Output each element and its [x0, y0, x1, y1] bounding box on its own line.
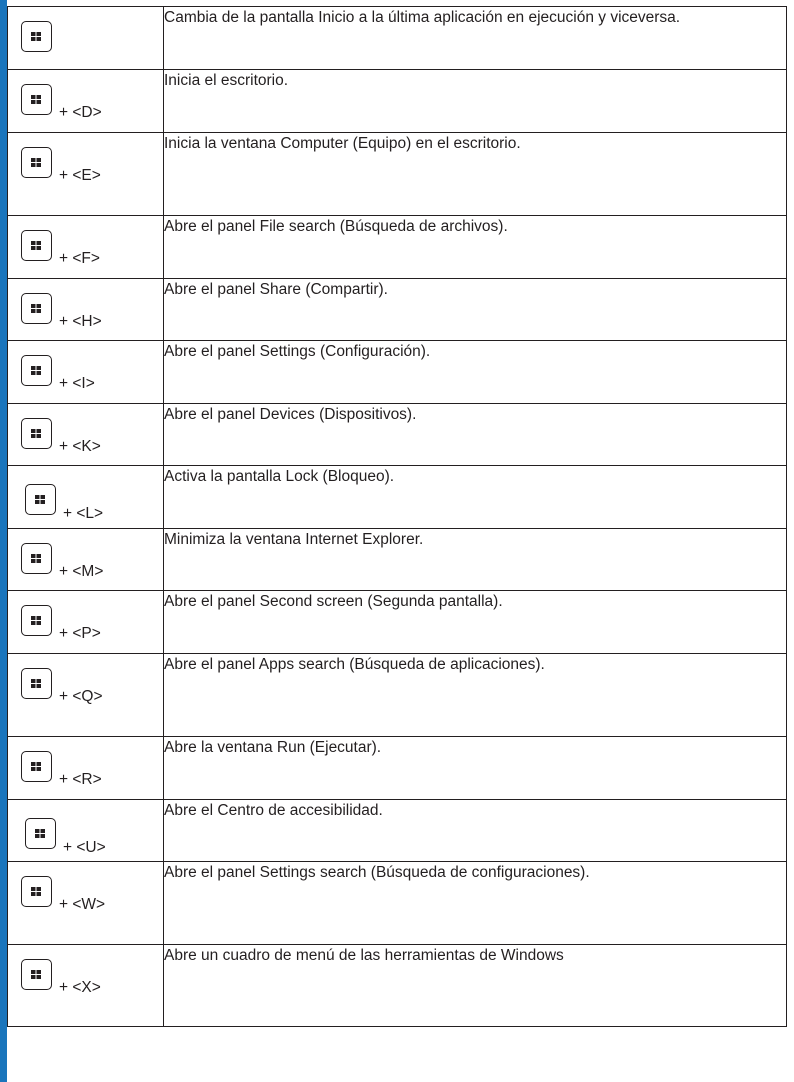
windows-logo-icon: [31, 970, 41, 979]
windows-key: [21, 876, 52, 907]
key-cell: + <F>: [7, 215, 164, 279]
key-cell: + <H>: [7, 278, 164, 341]
shortcut-description: Abre la ventana Run (Ejecutar).: [163, 736, 787, 800]
windows-key: [21, 230, 52, 261]
windows-logo-icon: [31, 887, 41, 896]
table-row: + <I> Abre el panel Settings (Configurac…: [7, 340, 787, 404]
windows-key: [21, 355, 52, 386]
key-combination: + <F>: [59, 250, 100, 267]
windows-logo-icon: [31, 241, 41, 250]
key-combination: + <L>: [63, 505, 104, 522]
windows-key: [21, 293, 52, 324]
key-cell: + <L>: [7, 465, 164, 529]
key-cell: + <K>: [7, 403, 164, 466]
key-cell: + <X>: [7, 944, 164, 1027]
windows-logo-icon: [31, 429, 41, 438]
key-cell: + <R>: [7, 736, 164, 800]
table-row: + <X> Abre un cuadro de menú de las herr…: [7, 944, 787, 1027]
windows-logo-icon: [31, 158, 41, 167]
windows-logo-icon: [35, 829, 45, 838]
key-cell: + <I>: [7, 340, 164, 404]
key-combination: + <I>: [59, 375, 95, 392]
windows-logo-icon: [31, 366, 41, 375]
key-cell: + <P>: [7, 590, 164, 654]
table-row: + <Q> Abre el panel Apps search (Búsqued…: [7, 653, 787, 737]
key-combination: + <X>: [59, 979, 101, 996]
windows-logo-icon: [31, 32, 41, 41]
key-combination: + <H>: [59, 313, 102, 330]
table-row: + <U> Abre el Centro de accesibilidad.: [7, 799, 787, 862]
table-row: + <E> Inicia la ventana Computer (Equipo…: [7, 132, 787, 216]
table-row: + <K> Abre el panel Devices (Dispositivo…: [7, 403, 787, 466]
windows-key: [21, 147, 52, 178]
shortcut-description: Abre el Centro de accesibilidad.: [163, 799, 787, 862]
windows-key: [21, 751, 52, 782]
shortcut-description: Abre el panel Share (Compartir).: [163, 278, 787, 341]
key-cell: + <E>: [7, 132, 164, 216]
windows-logo-icon: [31, 762, 41, 771]
windows-key: [21, 959, 52, 990]
key-cell: + <Q>: [7, 653, 164, 737]
key-combination: + <M>: [59, 563, 104, 580]
key-cell: [7, 6, 164, 70]
key-combination: + <W>: [59, 896, 106, 913]
table-row: + <W> Abre el panel Settings search (Bús…: [7, 861, 787, 945]
shortcut-table: Cambia de la pantalla Inicio a la última…: [7, 6, 787, 1027]
windows-logo-icon: [31, 679, 41, 688]
key-combination: + <E>: [59, 167, 101, 184]
table-row: + <M> Minimiza la ventana Internet Explo…: [7, 528, 787, 591]
windows-logo-icon: [31, 304, 41, 313]
shortcut-description: Cambia de la pantalla Inicio a la última…: [163, 6, 787, 70]
windows-key: [21, 543, 52, 574]
left-accent-bar: [0, 0, 7, 1082]
key-combination: + <P>: [59, 625, 101, 642]
windows-key: [21, 418, 52, 449]
shortcut-description: Abre el panel Devices (Dispositivos).: [163, 403, 787, 466]
shortcut-description: Inicia la ventana Computer (Equipo) en e…: [163, 132, 787, 216]
key-combination: + <Q>: [59, 688, 103, 705]
key-cell: + <M>: [7, 528, 164, 591]
windows-logo-icon: [31, 616, 41, 625]
windows-logo-icon: [35, 495, 45, 504]
windows-key: [21, 605, 52, 636]
shortcut-description: Inicia el escritorio.: [163, 69, 787, 133]
shortcut-description: Activa la pantalla Lock (Bloqueo).: [163, 465, 787, 529]
windows-logo-icon: [31, 554, 41, 563]
table-row: + <H> Abre el panel Share (Compartir).: [7, 278, 787, 341]
key-combination: + <R>: [59, 771, 102, 788]
table-row: + <R> Abre la ventana Run (Ejecutar).: [7, 736, 787, 800]
shortcut-description: Abre el panel Apps search (Búsqueda de a…: [163, 653, 787, 737]
shortcut-description: Abre el panel Settings search (Búsqueda …: [163, 861, 787, 945]
key-combination: + <K>: [59, 438, 101, 455]
windows-key: [21, 21, 52, 52]
shortcut-description: Abre el panel Second screen (Segunda pan…: [163, 590, 787, 654]
key-cell: + <D>: [7, 69, 164, 133]
shortcut-description: Minimiza la ventana Internet Explorer.: [163, 528, 787, 591]
manual-page: Cambia de la pantalla Inicio a la última…: [0, 0, 794, 1082]
key-combination: + <U>: [63, 839, 106, 856]
windows-key: [21, 84, 52, 115]
key-cell: + <U>: [7, 799, 164, 862]
key-cell: + <W>: [7, 861, 164, 945]
table-row: Cambia de la pantalla Inicio a la última…: [7, 6, 787, 70]
shortcut-description: Abre un cuadro de menú de las herramient…: [163, 944, 787, 1027]
windows-key: [25, 484, 56, 515]
shortcut-description: Abre el panel File search (Búsqueda de a…: [163, 215, 787, 279]
windows-logo-icon: [31, 95, 41, 104]
key-combination: + <D>: [59, 104, 102, 121]
shortcut-description: Abre el panel Settings (Configuración).: [163, 340, 787, 404]
windows-key: [25, 818, 56, 849]
table-row: + <F> Abre el panel File search (Búsqued…: [7, 215, 787, 279]
windows-key: [21, 668, 52, 699]
table-row: + <L> Activa la pantalla Lock (Bloqueo).: [7, 465, 787, 529]
table-row: + <D> Inicia el escritorio.: [7, 69, 787, 133]
table-row: + <P> Abre el panel Second screen (Segun…: [7, 590, 787, 654]
